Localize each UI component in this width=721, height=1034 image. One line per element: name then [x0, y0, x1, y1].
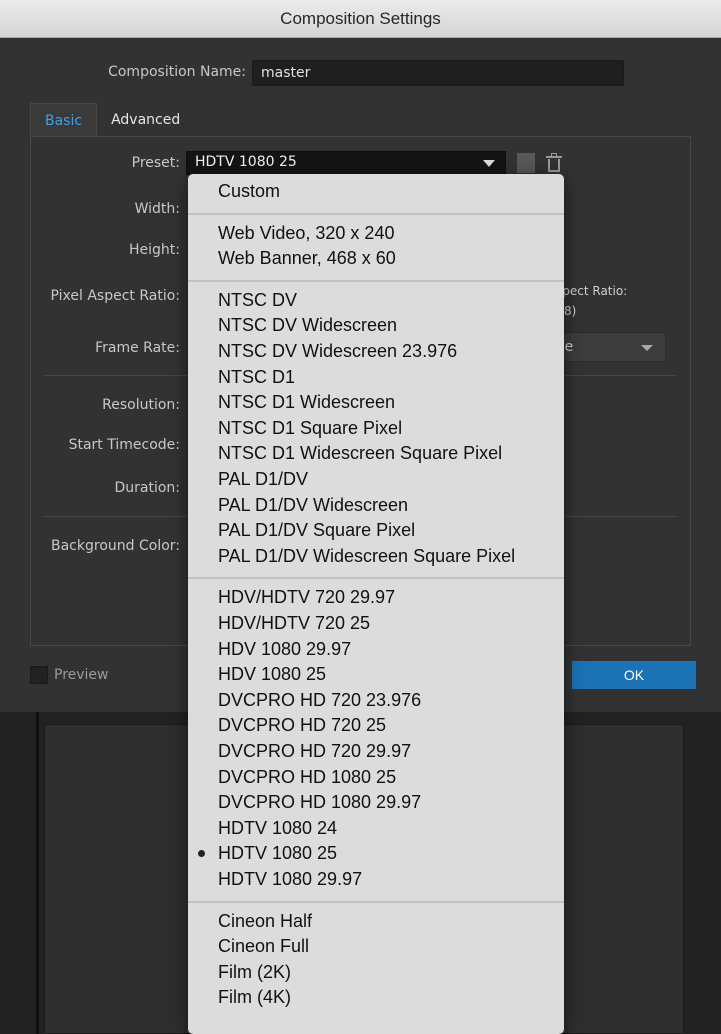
- tab-basic[interactable]: Basic: [30, 103, 98, 137]
- menu-separator: [188, 577, 564, 580]
- ok-button[interactable]: OK: [572, 661, 696, 689]
- menu-item[interactable]: PAL D1/DV Square Pixel: [218, 519, 415, 541]
- selected-bullet-icon: [198, 850, 205, 858]
- menu-item[interactable]: PAL D1/DV Widescreen Square Pixel: [218, 545, 515, 567]
- menu-item[interactable]: NTSC D1 Widescreen: [218, 391, 395, 413]
- menu-item[interactable]: DVCPRO HD 720 25: [218, 714, 386, 736]
- menu-item[interactable]: Film (2K): [218, 961, 291, 983]
- checkbox-box[interactable]: [30, 666, 48, 684]
- frame-rate-mode-select[interactable]: me: [548, 332, 666, 362]
- menu-item[interactable]: DVCPRO HD 1080 25: [218, 766, 396, 788]
- preview-label: Preview: [54, 667, 109, 683]
- menu-item[interactable]: NTSC DV Widescreen: [218, 314, 397, 336]
- menu-item[interactable]: NTSC D1 Widescreen Square Pixel: [218, 442, 502, 464]
- menu-item[interactable]: HDV 1080 29.97: [218, 638, 351, 660]
- preset-label: Preset:: [131, 155, 180, 171]
- menu-item[interactable]: NTSC D1: [218, 366, 295, 388]
- title-bar: Composition Settings: [0, 0, 721, 38]
- menu-separator: [188, 279, 564, 282]
- save-preset-icon[interactable]: [517, 153, 535, 173]
- menu-item[interactable]: NTSC DV Widescreen 23.976: [218, 340, 457, 362]
- menu-item[interactable]: Film (4K): [218, 986, 291, 1008]
- menu-item[interactable]: HDV 1080 25: [218, 663, 326, 685]
- width-label: Width:: [134, 201, 180, 217]
- resolution-label: Resolution:: [102, 397, 180, 413]
- workspace-divider: [36, 712, 39, 1034]
- menu-item[interactable]: Cineon Half: [218, 910, 312, 932]
- preset-dropdown-menu: Custom Web Video, 320 x 240 Web Banner, 46…: [188, 174, 564, 1034]
- chevron-down-icon: [483, 160, 495, 167]
- preset-dropdown-value: HDTV 1080 25: [195, 154, 297, 170]
- menu-item[interactable]: Web Video, 320 x 240: [218, 222, 394, 244]
- background-color-label: Background Color:: [51, 538, 180, 554]
- menu-item[interactable]: NTSC DV: [218, 289, 297, 311]
- composition-name-label: Composition Name:: [108, 64, 246, 80]
- preset-dropdown[interactable]: HDTV 1080 25: [186, 151, 506, 175]
- menu-item[interactable]: NTSC D1 Square Pixel: [218, 417, 402, 439]
- menu-item[interactable]: Custom: [218, 180, 280, 202]
- tab-bar: Basic Advanced: [30, 103, 194, 137]
- menu-item[interactable]: DVCPRO HD 1080 29.97: [218, 791, 421, 813]
- menu-item[interactable]: DVCPRO HD 720 23.976: [218, 689, 421, 711]
- frame-rate-label: Frame Rate:: [95, 340, 180, 356]
- start-timecode-label: Start Timecode:: [68, 437, 180, 453]
- trash-icon[interactable]: [545, 153, 563, 173]
- menu-item[interactable]: DVCPRO HD 720 29.97: [218, 740, 411, 762]
- menu-item[interactable]: HDV/HDTV 720 29.97: [218, 586, 395, 608]
- duration-label: Duration:: [114, 480, 180, 496]
- menu-item[interactable]: HDV/HDTV 720 25: [218, 612, 370, 634]
- composition-name-input[interactable]: master: [252, 60, 624, 86]
- menu-item[interactable]: HDTV 1080 24: [218, 817, 337, 839]
- menu-item[interactable]: PAL D1/DV: [218, 468, 308, 490]
- menu-item[interactable]: Web Banner, 468 x 60: [218, 247, 396, 269]
- pixel-aspect-ratio-label: Pixel Aspect Ratio:: [50, 288, 181, 304]
- preview-checkbox[interactable]: Preview: [30, 666, 109, 684]
- menu-separator: [188, 212, 564, 215]
- height-label: Height:: [129, 242, 180, 258]
- menu-separator: [188, 900, 564, 903]
- menu-item[interactable]: HDTV 1080 25: [218, 842, 337, 864]
- menu-item[interactable]: HDTV 1080 29.97: [218, 868, 362, 890]
- menu-item[interactable]: Cineon Full: [218, 935, 309, 957]
- chevron-down-icon: [641, 345, 653, 351]
- frame-aspect-ratio-value-fragment: 8): [564, 304, 577, 318]
- menu-item[interactable]: PAL D1/DV Widescreen: [218, 494, 408, 516]
- tab-advanced[interactable]: Advanced: [97, 103, 194, 137]
- frame-aspect-ratio-label-fragment: spect Ratio:: [556, 284, 628, 298]
- window-title: Composition Settings: [280, 8, 441, 28]
